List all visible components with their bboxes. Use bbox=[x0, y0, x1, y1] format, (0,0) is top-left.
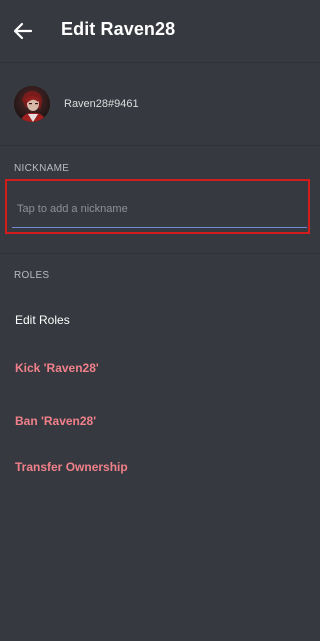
back-button[interactable] bbox=[10, 18, 36, 44]
nickname-section-label: NICKNAME bbox=[14, 163, 70, 174]
page-title: Edit Raven28 bbox=[61, 19, 176, 39]
header-bar: Edit Raven28 bbox=[0, 0, 320, 62]
edit-roles-button[interactable]: Edit Roles bbox=[15, 313, 70, 327]
profile-divider bbox=[0, 145, 320, 146]
kick-member-button[interactable]: Kick 'Raven28' bbox=[15, 361, 99, 375]
nickname-divider bbox=[0, 253, 320, 254]
arrow-left-icon bbox=[13, 22, 33, 40]
edit-member-screen: Edit Raven28 Raven28#9461 NICKNAME Tap t… bbox=[0, 0, 320, 641]
roles-section-label: ROLES bbox=[14, 270, 50, 281]
transfer-ownership-button[interactable]: Transfer Ownership bbox=[15, 460, 128, 474]
ban-member-button[interactable]: Ban 'Raven28' bbox=[15, 414, 96, 428]
nickname-input[interactable] bbox=[12, 190, 307, 228]
user-avatar bbox=[14, 86, 50, 122]
profile-row: Raven28#9461 bbox=[0, 63, 320, 145]
username-label: Raven28#9461 bbox=[64, 98, 139, 110]
